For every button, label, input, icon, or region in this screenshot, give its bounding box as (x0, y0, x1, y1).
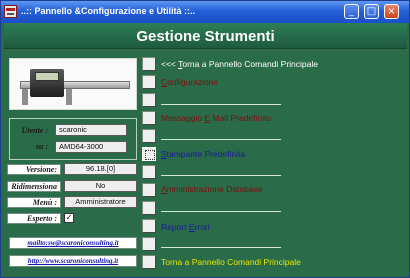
menu-button-3[interactable] (142, 93, 156, 107)
minimize-button[interactable]: _ (344, 4, 359, 19)
window-title: ..:: Pannello &Configurazione e Utilità … (21, 6, 196, 16)
menu-separator (161, 247, 281, 248)
menu-separator (161, 104, 281, 105)
menu-button-10[interactable] (142, 219, 156, 233)
su-label: su : (35, 142, 48, 151)
menu-item-report-errori[interactable]: Report Errori (161, 222, 210, 232)
menu-button-1[interactable] (142, 57, 156, 71)
close-button[interactable]: × (384, 4, 399, 19)
menu-button-8[interactable] (142, 183, 156, 197)
menu-button-5[interactable] (142, 129, 156, 143)
menu-item-configurazione-rest: onfigurazione (167, 77, 219, 87)
title-bar[interactable]: ..:: Pannello &Configurazione e Utilità … (1, 1, 409, 23)
menu-item-amministrazione[interactable]: Amministrazione Database (161, 184, 263, 194)
menu-item-torna-prefix: <<< (161, 59, 179, 69)
header-band: Gestione Strumenti (4, 23, 407, 49)
menu-button-12[interactable] (142, 255, 156, 269)
ridimensiona-label: Ridimensiona (7, 181, 61, 192)
caliper-display-shape (35, 72, 59, 81)
menu-item-report-rest: rrori (194, 222, 210, 232)
menu-separator (161, 139, 281, 140)
maximize-button[interactable]: □ (364, 4, 379, 19)
menu-item-torna-rest: orna a Pannello Comandi Principale (182, 59, 318, 69)
menu-item-torna-bottom[interactable]: Torna a Pannello Comandi Principale (161, 257, 301, 267)
menu-separator (161, 175, 281, 176)
utente-label: Utente : (21, 126, 48, 135)
page-title: Gestione Strumenti (136, 28, 275, 45)
menu-button-11[interactable] (142, 237, 156, 251)
mailto-link[interactable]: mailto:sw@scaroniconsulting.it (9, 237, 137, 249)
utente-value: scaronic (55, 124, 127, 136)
menu-item-configurazione[interactable]: Configurazione (161, 77, 218, 87)
menu-button-7[interactable] (142, 165, 156, 179)
website-link[interactable]: http://www.scaroniconsulting.it (9, 255, 137, 267)
menu-item-stampante[interactable]: Stampante Predefinita (161, 149, 245, 159)
menu-button-6[interactable] (142, 147, 156, 161)
menu-separator (161, 211, 281, 212)
caliper-jaw-shape (66, 89, 72, 105)
application-window: ..:: Pannello &Configurazione e Utilità … (0, 0, 410, 278)
menu-item-torna[interactable]: <<< Torna a Pannello Comandi Principale (161, 59, 318, 69)
esperto-label: Esperto : (7, 213, 61, 224)
menu-item-stampante-rest: tampante Predefinita (166, 149, 246, 159)
ridimensiona-value: No (64, 180, 137, 192)
menu-label: Menù : (7, 197, 61, 208)
su-value: AMD64-3000 (55, 141, 127, 153)
caliper-image (9, 58, 137, 110)
menu-button-4[interactable] (142, 111, 156, 125)
menu-button-9[interactable] (142, 201, 156, 215)
menu-item-messaggio-prefix: Messaggio (161, 113, 205, 123)
esperto-checkbox[interactable]: ✓ (64, 213, 74, 223)
menu-item-messaggio-rest: .Mail Predefinito (210, 113, 272, 123)
menu-value: Amministratore (64, 196, 137, 208)
menu-item-amministrazione-rest: mministrazione Database (166, 184, 263, 194)
app-icon[interactable] (4, 5, 17, 18)
menu-item-report-prefix: Report (161, 222, 189, 232)
menu-item-messaggio-email[interactable]: Messaggio E.Mail Predefinito (161, 113, 271, 123)
caliper-jaw-shape (22, 89, 28, 105)
versione-label: Versione: (7, 164, 61, 175)
menu-button-2[interactable] (142, 75, 156, 89)
versione-value: 96.18.[0] (64, 163, 137, 175)
